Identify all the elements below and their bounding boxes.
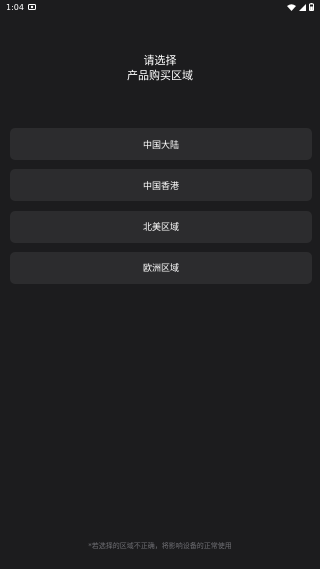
region-label: 欧洲区域 — [142, 264, 179, 275]
region-label: 中国大陆 — [142, 140, 179, 151]
battery-icon — [309, 3, 314, 11]
status-left: 1:04 — [6, 3, 36, 12]
title-line-1: 请选择 — [143, 54, 177, 67]
region-label: 北美区域 — [142, 223, 179, 234]
status-bar: 1:04 — [0, 0, 320, 14]
footer-warning-note: *若选择的区域不正确，将影响设备的正常使用 — [88, 542, 232, 550]
region-button-mainland-china[interactable]: 中国大陆 — [10, 128, 312, 160]
region-button-europe[interactable]: 欧洲区域 — [10, 251, 312, 284]
status-right — [287, 3, 314, 11]
signal-icon — [299, 3, 306, 11]
region-button-hong-kong[interactable]: 中国香港 — [10, 169, 312, 202]
region-button-north-america[interactable]: 北美区域 — [10, 210, 312, 243]
notification-icon — [27, 4, 36, 10]
title-line-2: 产品购买区域 — [127, 69, 193, 82]
region-label: 中国香港 — [142, 181, 179, 192]
wifi-icon — [287, 3, 296, 11]
region-list: 中国大陆 中国香港 北美区域 欧洲区域 — [10, 128, 312, 293]
page-title: 请选择 产品购买区域 — [0, 53, 320, 83]
status-time: 1:04 — [6, 2, 24, 12]
